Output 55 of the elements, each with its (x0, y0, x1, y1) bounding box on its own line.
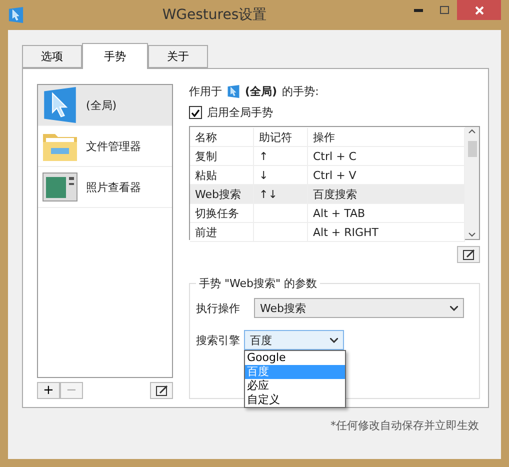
scrollbar-thumb[interactable] (468, 141, 476, 157)
column-header[interactable]: 名称 (190, 128, 254, 147)
tab[interactable]: 手势 (82, 43, 148, 69)
dropdown-option[interactable]: 必应 (245, 379, 345, 393)
dropdown-option[interactable]: Google (245, 351, 345, 365)
action-dropdown[interactable]: Web搜索 (254, 298, 464, 318)
pencil-icon (462, 249, 474, 260)
engine-dropdown[interactable]: 百度 (244, 330, 344, 350)
table-cell: 复制 (190, 147, 254, 166)
cursor-icon (227, 85, 240, 98)
table-cell: 粘贴 (190, 166, 254, 185)
chevron-down-icon (450, 306, 458, 310)
chevron-down-icon (330, 338, 338, 342)
checkmark-icon (191, 108, 200, 116)
cursor-icon (8, 7, 24, 23)
group-title: 手势 "Web搜索" 的参数 (196, 276, 320, 291)
footer-note: *任何修改自动保存并立即生效 (330, 418, 479, 432)
checkbox[interactable] (189, 106, 202, 119)
table-cell: Web搜索 (190, 185, 254, 204)
maximize-icon (440, 6, 448, 14)
minimize-icon (414, 8, 422, 12)
table-cell: 前进 (190, 223, 254, 242)
close-icon (474, 6, 484, 14)
scope-app-name: (全局) (245, 84, 278, 99)
photo-viewer-icon (42, 172, 78, 202)
tab[interactable]: 选项 (22, 45, 82, 68)
close-button[interactable] (457, 0, 501, 20)
scope-label: 的手势: (282, 84, 319, 99)
app-list-item[interactable]: (全局) (38, 85, 172, 126)
table-cell: 百度搜索 (308, 185, 465, 204)
edit-button[interactable] (457, 246, 480, 263)
table-cell: Alt + RIGHT (308, 223, 465, 242)
table-cell: ↓ (254, 166, 308, 185)
table-cell: 切换任务 (190, 204, 254, 223)
scrollbar[interactable] (465, 127, 479, 239)
cursor-icon (42, 87, 78, 123)
add-button[interactable]: + (37, 382, 60, 399)
field-label: 搜索引擎 (196, 332, 240, 348)
checkbox-label: 启用全局手势 (207, 105, 273, 120)
pencil-icon (156, 385, 168, 396)
table-cell: Ctrl + C (308, 147, 465, 166)
column-header[interactable]: 操作 (308, 128, 465, 147)
edit-button[interactable] (150, 382, 173, 399)
tab[interactable]: 关于 (148, 45, 208, 68)
dropdown-option[interactable]: 自定义 (245, 393, 345, 407)
scope-label: 作用于 (189, 84, 222, 99)
table-cell: Ctrl + V (308, 166, 465, 185)
scroll-up-icon (468, 127, 476, 135)
table-cell: Alt + TAB (308, 204, 465, 223)
window-title: WGestures设置 (161, 6, 268, 24)
table-cell: ↑↓ (254, 185, 308, 204)
field-label: 执行操作 (196, 300, 240, 316)
column-header[interactable]: 助记符 (254, 128, 308, 147)
table-cell: ↑ (254, 147, 308, 166)
scroll-down-icon (468, 231, 476, 239)
